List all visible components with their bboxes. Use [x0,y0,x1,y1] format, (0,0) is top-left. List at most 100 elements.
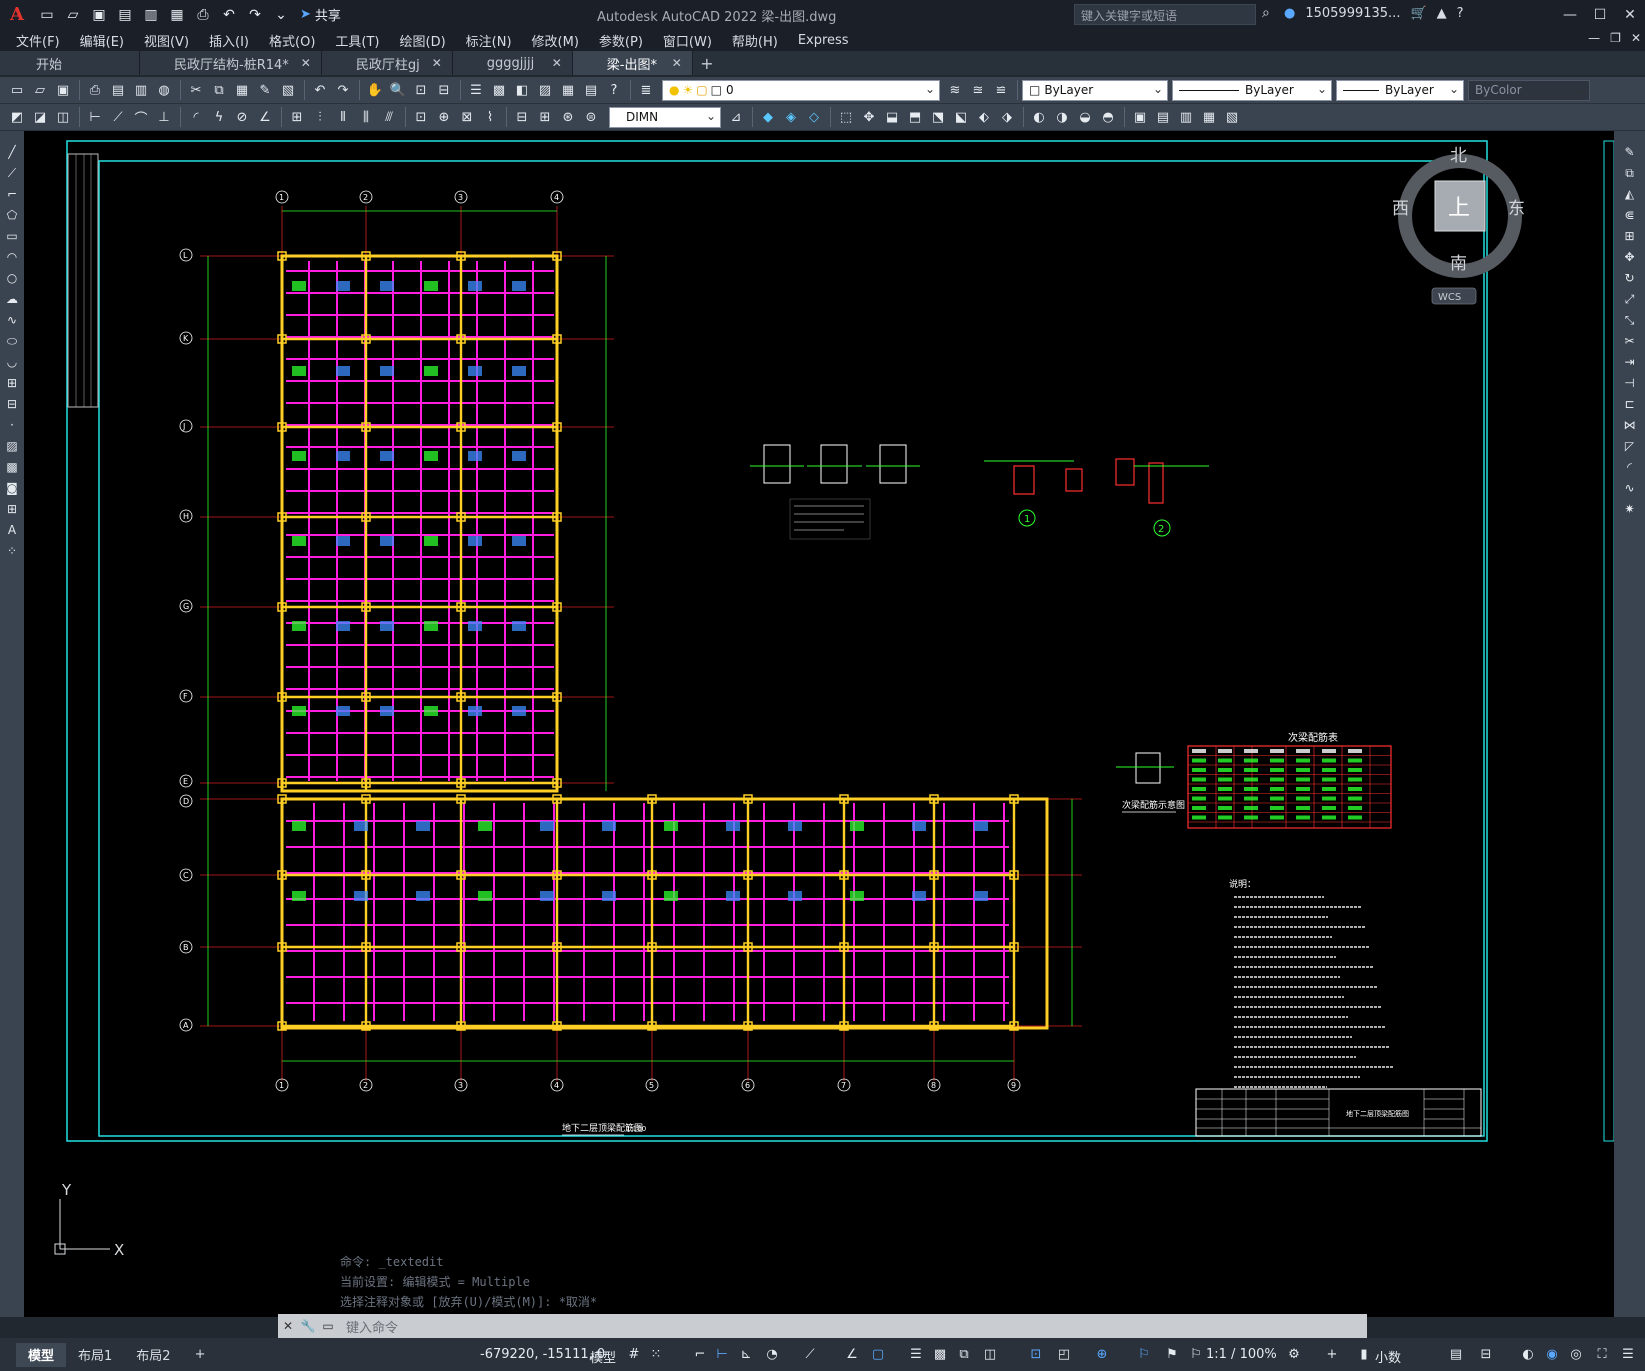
array-icon[interactable]: ⊞ [1619,226,1641,246]
center-mark-icon[interactable]: ⊕ [433,106,455,128]
open-from-web-icon[interactable]: ▥ [140,4,162,26]
pan-icon[interactable]: ✋ [364,79,386,101]
tab-doc-1[interactable]: 民政厅结构-桩R14* ✕ [140,51,322,75]
units-icon[interactable]: ▮ [1354,1344,1374,1364]
ortho-icon[interactable]: ⊾ [736,1344,756,1364]
add-layout-icon[interactable]: + [183,1343,218,1367]
zoom-realtime-icon[interactable]: 🔍 [387,79,409,101]
revcloud-icon[interactable]: ☁ [1,289,23,309]
match-properties-icon[interactable]: ✎ [254,79,276,101]
polygon-icon[interactable]: ⬠ [1,205,23,225]
tp-icon-2[interactable]: ◪ [29,106,51,128]
doc-close-icon[interactable]: ✕ [1631,31,1641,45]
menu-dimension[interactable]: 标注(N) [466,31,512,50]
selection-cycling-icon[interactable]: ⧉ [954,1344,974,1364]
line-icon[interactable]: ╱ [1,142,23,162]
annotation-monitor-icon[interactable]: + [1322,1344,1342,1364]
model-space-button[interactable]: 模型 [590,1347,616,1366]
mtext-icon[interactable]: A [1,520,23,540]
gradient-icon[interactable]: ▩ [1,457,23,477]
command-close-icon[interactable]: ✕ [278,1319,298,1333]
linear-dimension-icon[interactable]: ⊢ [84,106,106,128]
tab-doc-active[interactable]: 梁-出图* ✕ [572,51,693,75]
insert-block-icon[interactable]: ⊞ [1,373,23,393]
compass-east[interactable]: 东 [1508,199,1525,219]
erase-icon[interactable]: ✎ [1619,142,1641,162]
modify-icon-2[interactable]: ◈ [780,106,802,128]
dimension-break-icon[interactable]: ⫻ [378,106,400,128]
modify-icon-17[interactable]: ▤ [1152,106,1174,128]
infer-constraints-icon[interactable]: ⌐ [690,1344,710,1364]
copy-icon[interactable]: ⧉ [208,79,230,101]
modify-icon-4[interactable]: ⬚ [835,106,857,128]
save-to-web-icon[interactable]: ▦ [166,4,188,26]
menu-modify[interactable]: 修改(M) [532,31,579,50]
blend-icon[interactable]: ∿ [1619,478,1641,498]
lock-ui-icon[interactable]: ⊟ [1476,1344,1496,1364]
menu-edit[interactable]: 编辑(E) [80,31,124,50]
mirror-icon[interactable]: ◭ [1619,184,1641,204]
modify-icon-3[interactable]: ◇ [803,106,825,128]
dimension-style-icon[interactable]: ⊜ [580,106,602,128]
dimension-style-manager-icon[interactable]: ⊿ [725,106,747,128]
gizmo-icon[interactable]: ⊕ [1092,1344,1112,1364]
extend-icon[interactable]: ⇥ [1619,352,1641,372]
selection-filter-icon[interactable]: ◰ [1054,1344,1074,1364]
graphics-performance-icon[interactable]: ◎ [1566,1344,1586,1364]
jogged-linear-icon[interactable]: ⌇ [479,106,501,128]
modify-icon-7[interactable]: ⬒ [904,106,926,128]
menu-format[interactable]: 格式(O) [269,31,315,50]
viewcube[interactable]: 上 北 南 西 东 WCS [1392,146,1525,305]
open-file-icon[interactable]: ▱ [62,4,84,26]
polyline-icon[interactable]: ⌐ [1,184,23,204]
menu-tools[interactable]: 工具(T) [335,31,379,50]
menu-parametric[interactable]: 参数(P) [599,31,643,50]
baseline-dimension-icon[interactable]: ⫶ [309,106,331,128]
rotate-icon[interactable]: ↻ [1619,268,1641,288]
quick-properties-icon[interactable]: ▤ [1446,1344,1466,1364]
layer-properties-icon[interactable]: ≣ [635,79,657,101]
plotstyle-dropdown[interactable]: ByColor [1468,79,1590,101]
continue-dimension-icon[interactable]: ⫴ [332,106,354,128]
cut-icon[interactable]: ✂ [185,79,207,101]
menu-file[interactable]: 文件(F) [16,31,60,50]
new-tab-icon[interactable]: + [693,51,721,75]
linetype-dropdown[interactable]: ByLayer [1172,79,1332,101]
offset-icon[interactable]: ⋐ [1619,205,1641,225]
block-editor-icon[interactable]: ▧ [277,79,299,101]
ellipse-arc-icon[interactable]: ◡ [1,352,23,372]
dynamic-ucs-icon[interactable]: ⊡ [1026,1344,1046,1364]
ordinate-dimension-icon[interactable]: ⊥ [153,106,175,128]
modify-icon-11[interactable]: ⬗ [996,106,1018,128]
tp-icon-1[interactable]: ◩ [6,106,28,128]
make-current-layer-icon[interactable]: ≋ [944,79,966,101]
radius-dimension-icon[interactable]: ◜ [185,106,207,128]
isodraft-icon[interactable]: ⟋ [800,1344,820,1364]
join-icon[interactable]: ⋈ [1619,415,1641,435]
color-dropdown[interactable]: □ ByLayer [1022,79,1168,101]
preview-icon[interactable]: ▤ [107,79,129,101]
polar-tracking-icon[interactable]: ◔ [762,1344,782,1364]
workspace-icon[interactable]: ⚙ [1284,1344,1304,1364]
stretch-icon[interactable]: ⤡ [1619,310,1641,330]
make-block-icon[interactable]: ⊟ [1,394,23,414]
clean-screen-icon[interactable]: ⛶ [1592,1344,1612,1364]
undo-icon[interactable]: ↶ [218,4,240,26]
tool-palettes-icon[interactable]: ◧ [511,79,533,101]
tab-close-icon[interactable]: ✕ [672,56,682,70]
layer-dropdown[interactable]: ● ☀ ▢ □ 0 [662,79,940,101]
grid-icon[interactable]: # [624,1344,644,1364]
compass-south[interactable]: 南 [1450,254,1467,274]
zoom-window-icon[interactable]: ⊡ [410,79,432,101]
menu-express[interactable]: Express [798,33,849,48]
spline-icon[interactable]: ∿ [1,310,23,330]
menu-view[interactable]: 视图(V) [144,31,189,50]
modify-icon-1[interactable]: ◆ [757,106,779,128]
modify-icon-14[interactable]: ◒ [1074,106,1096,128]
save-icon[interactable]: ▣ [52,79,74,101]
lineweight-dropdown[interactable]: ByLayer [1336,79,1464,101]
menu-window[interactable]: 窗口(W) [663,31,712,50]
modify-icon-8[interactable]: ⬔ [927,106,949,128]
tab-layout2[interactable]: 布局2 [124,1343,182,1367]
modify-icon-16[interactable]: ▣ [1129,106,1151,128]
